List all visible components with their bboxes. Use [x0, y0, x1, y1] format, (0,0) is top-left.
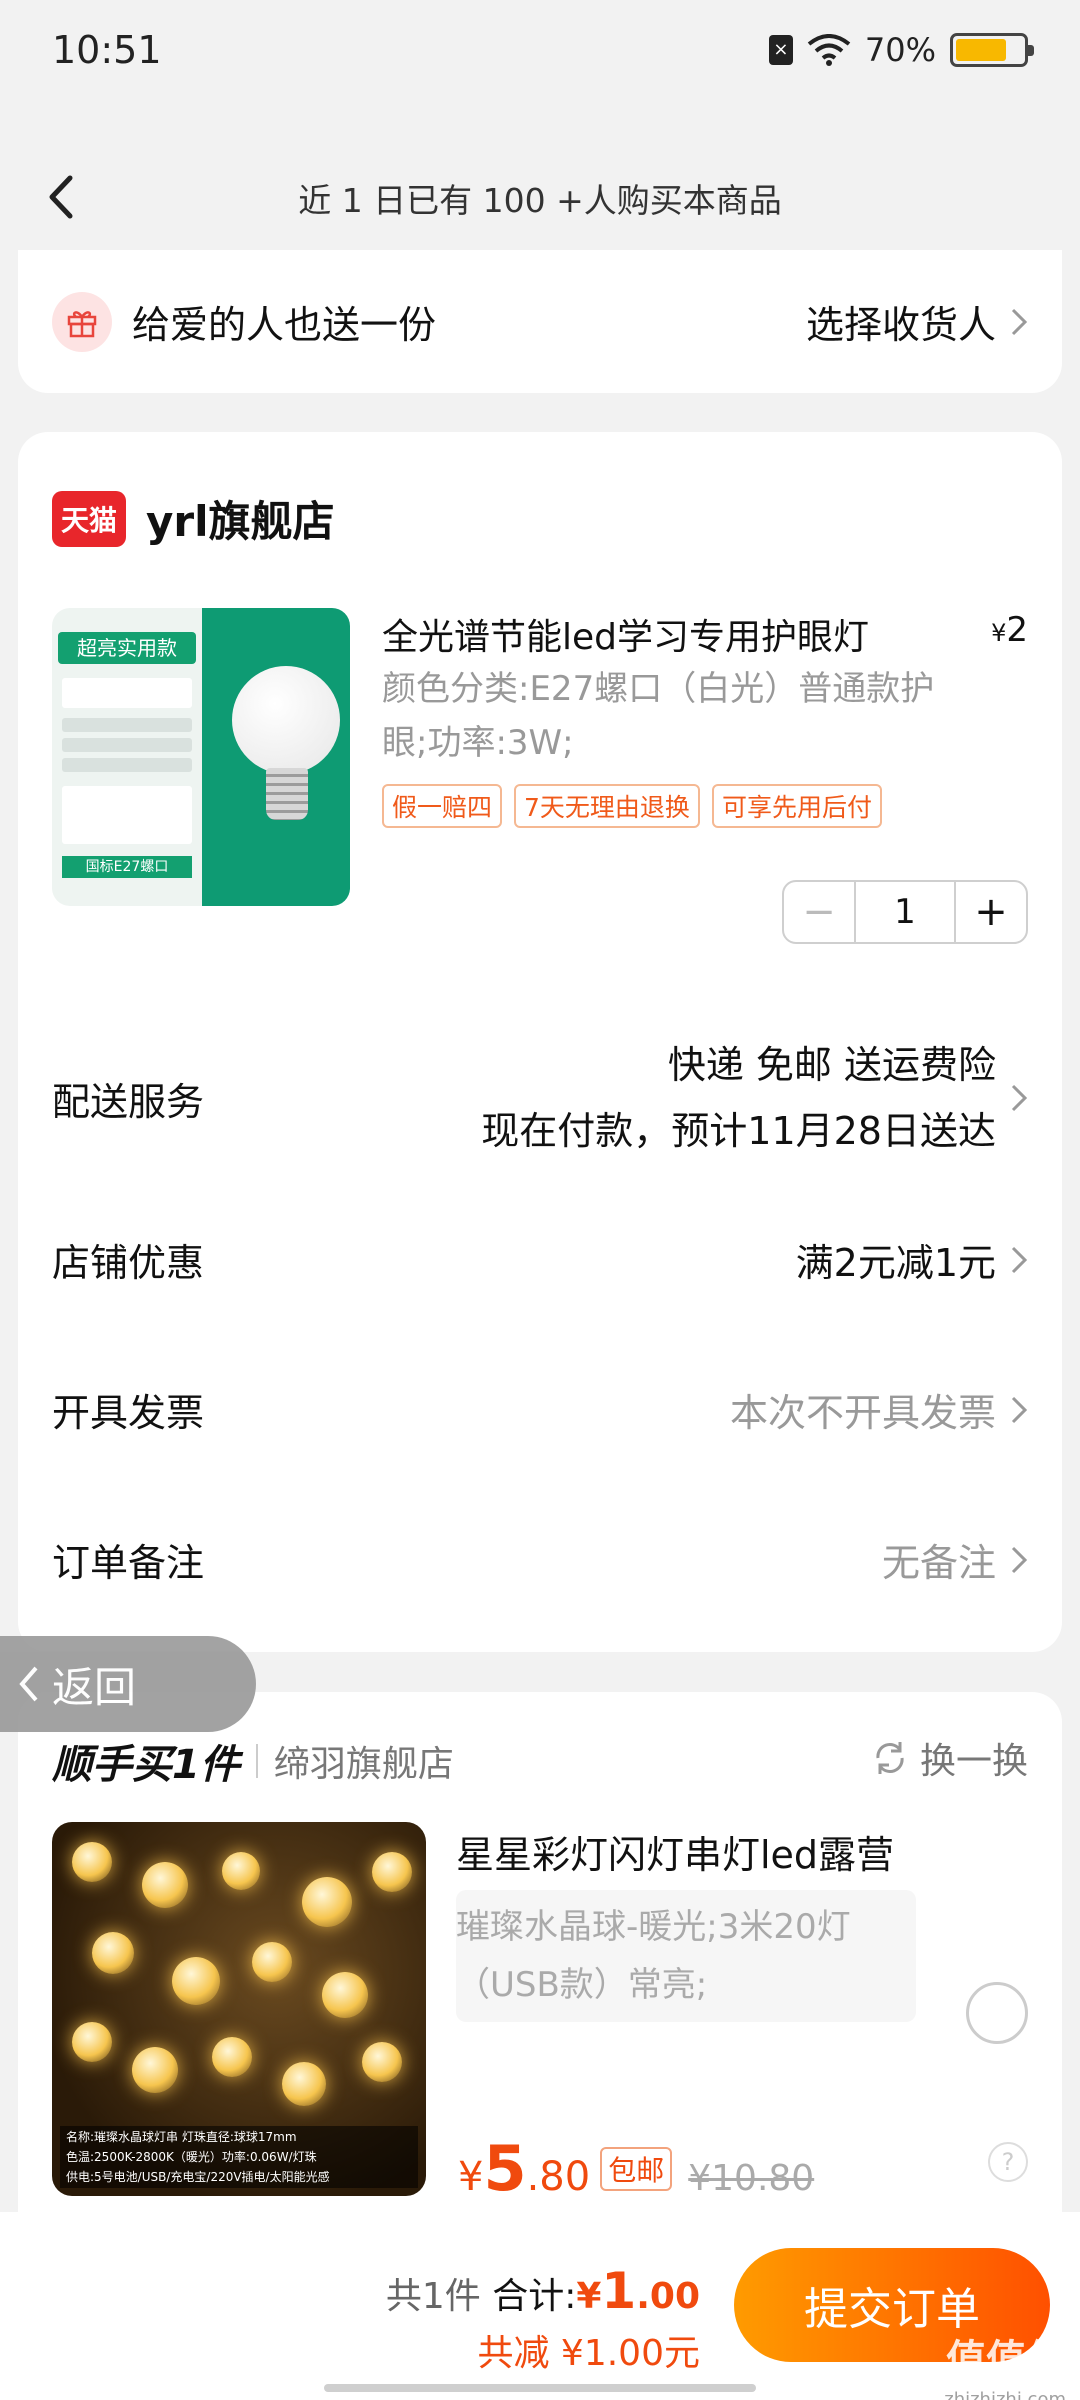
product-price: ¥2	[991, 610, 1028, 650]
tag-fake-compensation: 假一赔四	[382, 784, 503, 828]
product-tags: 假一赔四 7天无理由退换 可享先用后付	[382, 784, 882, 828]
product-title[interactable]: 全光谱节能led学习专用护眼灯	[382, 608, 942, 660]
item-count: 共1件	[385, 2276, 481, 2317]
order-note-row[interactable]: 订单备注 无备注	[52, 1532, 1028, 1587]
chevron-left-icon	[19, 1666, 38, 1702]
chevron-right-icon	[1011, 1546, 1028, 1573]
checkout-bar: 共1件 合计:¥1.00 共减 ¥1.00元 提交订单	[0, 2212, 1080, 2400]
chevron-right-icon	[1011, 308, 1028, 335]
battery-percent: 70%	[864, 31, 936, 69]
add-on-shop[interactable]: 缔羽旗舰店	[274, 1735, 454, 1787]
increase-button[interactable]: +	[956, 882, 1026, 942]
add-on-name[interactable]: 星星彩灯闪灯串灯led露营	[456, 1824, 894, 1879]
add-on-price-row: ¥5.80 包邮 ¥10.80	[458, 2132, 814, 2205]
order-card: 天猫 yrl旗舰店 超亮实用款 国标E27螺口 全光谱节能led学习专用护眼灯 …	[18, 432, 1062, 1652]
product-image[interactable]: 超亮实用款 国标E27螺口	[52, 608, 350, 906]
add-on-image[interactable]: 名称:璀璨水晶球灯串 灯珠直径:球球17mm 色温:2500K-2800K（暖光…	[52, 1822, 426, 2196]
gift-label: 给爱的人也送一份	[132, 303, 437, 347]
back-arrow-icon[interactable]	[40, 172, 84, 222]
add-on-title: 顺手买1件	[52, 1742, 240, 1788]
delivery-label: 配送服务	[52, 1079, 205, 1124]
status-bar: 10:51 × 70%	[0, 0, 1080, 100]
status-icons: × 70%	[768, 31, 1034, 69]
total-label: 合计:	[492, 2276, 577, 2317]
gift-icon	[52, 291, 112, 352]
chevron-right-icon	[1011, 1246, 1028, 1273]
shop-name: yrl旗舰店	[146, 497, 335, 546]
shop-discount-value: 满2元减1元	[795, 1241, 996, 1285]
status-time: 10:51	[52, 28, 162, 72]
chevron-right-icon	[1011, 1084, 1028, 1112]
shop-discount-row[interactable]: 店铺优惠 满2元减1元	[52, 1232, 1028, 1287]
refresh-icon	[876, 1742, 904, 1774]
add-on-spec[interactable]: 璀璨水晶球-暖光;3米20灯（USB款）常亮;	[456, 1890, 916, 2022]
free-shipping-badge: 包邮	[600, 2146, 673, 2191]
battery-icon	[950, 33, 1034, 67]
choose-recipient-label: 选择收货人	[805, 303, 996, 347]
product-spec[interactable]: 颜色分类:E27螺口（白光）普通款护眼;功率:3W;	[382, 662, 942, 770]
total-amount: ¥1.00	[576, 2262, 700, 2320]
quantity-value[interactable]: 1	[854, 882, 956, 942]
floating-back-button[interactable]: 返回	[0, 1636, 256, 1732]
invoice-row[interactable]: 开具发票 本次不开具发票	[52, 1382, 1028, 1437]
gift-row[interactable]: 给爱的人也送一份 选择收货人	[18, 250, 1062, 393]
add-on-price: ¥5.80	[458, 2132, 591, 2205]
order-summary: 共1件 合计:¥1.00 共减 ¥1.00元	[386, 2262, 700, 2376]
delivery-eta: 现在付款，预计11月28日送达	[481, 1109, 996, 1153]
decrease-button[interactable]: −	[784, 882, 854, 942]
shop-discount-label: 店铺优惠	[52, 1241, 205, 1285]
nav-title: 近 1 日已有 100 +人购买本商品	[298, 180, 782, 220]
product-image-badge: 超亮实用款	[58, 632, 196, 664]
watermark: 值值值 zhizhizhi.com	[944, 2337, 1066, 2400]
bulb-icon	[232, 666, 340, 774]
order-note-value: 无备注	[881, 1541, 996, 1585]
home-indicator[interactable]	[324, 2384, 756, 2392]
wifi-icon	[807, 34, 851, 66]
original-price: ¥10.80	[688, 2158, 815, 2199]
order-note-label: 订单备注	[52, 1541, 205, 1585]
choose-recipient-button[interactable]: 选择收货人	[806, 294, 1028, 349]
delivery-method: 快递 免邮 送运费险	[667, 1043, 996, 1087]
add-on-select-radio[interactable]	[966, 1982, 1028, 2044]
tmall-logo: 天猫	[52, 490, 126, 547]
tag-7day-return: 7天无理由退换	[514, 784, 700, 828]
tag-pay-later: 可享先用后付	[711, 784, 882, 828]
swap-button[interactable]: 换一换	[870, 1732, 1028, 1784]
shop-header[interactable]: 天猫 yrl旗舰店	[52, 488, 335, 549]
chevron-right-icon	[1011, 1396, 1028, 1423]
invoice-label: 开具发票	[52, 1391, 205, 1435]
swap-label: 换一换	[919, 1741, 1028, 1782]
help-icon[interactable]: ?	[988, 2142, 1028, 2182]
delivery-row[interactable]: 配送服务 快递 免邮 送运费险 现在付款，预计11月28日送达	[52, 1032, 1028, 1164]
quantity-stepper: − 1 +	[782, 880, 1028, 944]
nav-bar: 近 1 日已有 100 +人购买本商品	[0, 150, 1080, 245]
add-on-image-caption: 名称:璀璨水晶球灯串 灯珠直径:球球17mm 色温:2500K-2800K（暖光…	[60, 2126, 418, 2188]
saved-amount: 共减 ¥1.00元	[477, 2333, 700, 2374]
sim-icon: ×	[768, 35, 793, 65]
add-on-header: 顺手买1件 缔羽旗舰店	[52, 1732, 454, 1790]
product-image-caption: 国标E27螺口	[62, 856, 192, 878]
invoice-value: 本次不开具发票	[729, 1391, 996, 1435]
divider	[255, 1744, 258, 1778]
floating-back-label: 返回	[52, 1662, 137, 1712]
